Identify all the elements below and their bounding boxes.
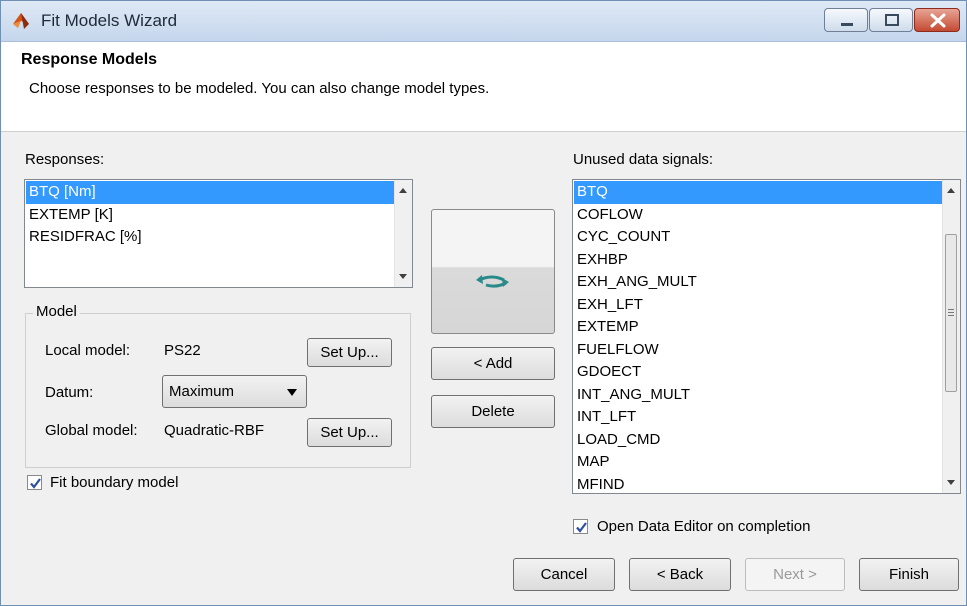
title-bar[interactable]: Fit Models Wizard bbox=[1, 1, 966, 42]
minimize-button[interactable] bbox=[824, 8, 868, 32]
minimize-icon bbox=[841, 23, 853, 26]
unused-signals-items: BTQ COFLOW CYC_COUNT EXHBP EXH_ANG_MULT … bbox=[574, 181, 943, 494]
window-title: Fit Models Wizard bbox=[41, 11, 178, 30]
fit-boundary-checkbox[interactable] bbox=[27, 475, 42, 490]
matlab-app-icon bbox=[13, 13, 29, 29]
responses-listbox[interactable]: BTQ [Nm] EXTEMP [K] RESIDFRAC [%] bbox=[24, 179, 413, 288]
add-button[interactable]: < Add bbox=[431, 347, 555, 380]
replace-button[interactable] bbox=[431, 209, 555, 334]
list-item[interactable]: INT_LFT bbox=[574, 406, 943, 429]
list-item[interactable]: COFLOW bbox=[574, 204, 943, 227]
list-item[interactable]: EXTEMP [K] bbox=[26, 204, 395, 227]
fit-boundary-label: Fit boundary model bbox=[50, 474, 179, 491]
scroll-thumb[interactable] bbox=[945, 234, 957, 392]
datum-select[interactable]: Maximum bbox=[162, 375, 307, 408]
local-model-label: Local model: bbox=[45, 342, 131, 359]
step-title: Response Models bbox=[21, 51, 158, 68]
list-item[interactable]: CYC_COUNT bbox=[574, 226, 943, 249]
global-model-value: Quadratic-RBF bbox=[164, 422, 265, 439]
list-item[interactable]: EXTEMP bbox=[574, 316, 943, 339]
grip-line bbox=[948, 312, 954, 313]
cancel-button[interactable]: Cancel bbox=[513, 558, 615, 591]
list-item[interactable]: EXH_LFT bbox=[574, 294, 943, 317]
list-item[interactable]: BTQ [Nm] bbox=[26, 181, 395, 204]
grip-line bbox=[948, 315, 954, 316]
finish-button[interactable]: Finish bbox=[859, 558, 959, 591]
list-item[interactable]: EXH_ANG_MULT bbox=[574, 271, 943, 294]
global-model-label: Global model: bbox=[45, 422, 138, 439]
close-button[interactable] bbox=[914, 8, 960, 32]
scroll-up-icon[interactable] bbox=[399, 188, 407, 193]
list-item[interactable]: BTQ bbox=[574, 181, 943, 204]
checkmark-icon bbox=[576, 522, 587, 533]
list-item[interactable]: RESIDFRAC [%] bbox=[26, 226, 395, 249]
scroll-down-icon[interactable] bbox=[947, 480, 955, 485]
wizard-header: Response Models Choose responses to be m… bbox=[1, 42, 966, 132]
list-item[interactable]: LOAD_CMD bbox=[574, 429, 943, 452]
global-setup-button[interactable]: Set Up... bbox=[307, 418, 392, 447]
replace-arrows-icon bbox=[476, 275, 509, 288]
unused-signals-label: Unused data signals: bbox=[573, 151, 714, 168]
grip-line bbox=[948, 309, 954, 310]
list-item[interactable]: MAP bbox=[574, 451, 943, 474]
next-button[interactable]: Next > bbox=[745, 558, 845, 591]
maximize-icon bbox=[885, 14, 899, 26]
unused-signals-scrollbar[interactable] bbox=[942, 180, 960, 493]
scroll-down-icon[interactable] bbox=[399, 274, 407, 279]
close-icon bbox=[930, 13, 946, 28]
checkmark-icon bbox=[30, 478, 41, 489]
scroll-up-icon[interactable] bbox=[947, 188, 955, 193]
delete-button[interactable]: Delete bbox=[431, 395, 555, 428]
open-editor-label: Open Data Editor on completion bbox=[597, 518, 811, 535]
step-description: Choose responses to be modeled. You can … bbox=[29, 80, 490, 97]
datum-value: Maximum bbox=[169, 383, 235, 400]
local-setup-button[interactable]: Set Up... bbox=[307, 338, 392, 367]
responses-items: BTQ [Nm] EXTEMP [K] RESIDFRAC [%] bbox=[26, 181, 395, 249]
list-item[interactable]: MFIND bbox=[574, 474, 943, 494]
back-button[interactable]: < Back bbox=[629, 558, 731, 591]
model-group-label: Model bbox=[33, 303, 80, 320]
list-item[interactable]: INT_ANG_MULT bbox=[574, 384, 943, 407]
responses-scrollbar[interactable] bbox=[394, 180, 412, 287]
list-item[interactable]: EXHBP bbox=[574, 249, 943, 272]
unused-signals-listbox[interactable]: BTQ COFLOW CYC_COUNT EXHBP EXH_ANG_MULT … bbox=[572, 179, 961, 494]
chevron-down-icon bbox=[287, 389, 297, 396]
open-editor-checkbox[interactable] bbox=[573, 519, 588, 534]
list-item[interactable]: GDOECT bbox=[574, 361, 943, 384]
local-model-value: PS22 bbox=[164, 342, 201, 359]
datum-label: Datum: bbox=[45, 384, 94, 401]
maximize-button[interactable] bbox=[869, 8, 913, 32]
responses-label: Responses: bbox=[25, 151, 105, 168]
list-item[interactable]: FUELFLOW bbox=[574, 339, 943, 362]
fit-models-wizard-window: Fit Models Wizard Response Models Choose… bbox=[0, 0, 967, 606]
